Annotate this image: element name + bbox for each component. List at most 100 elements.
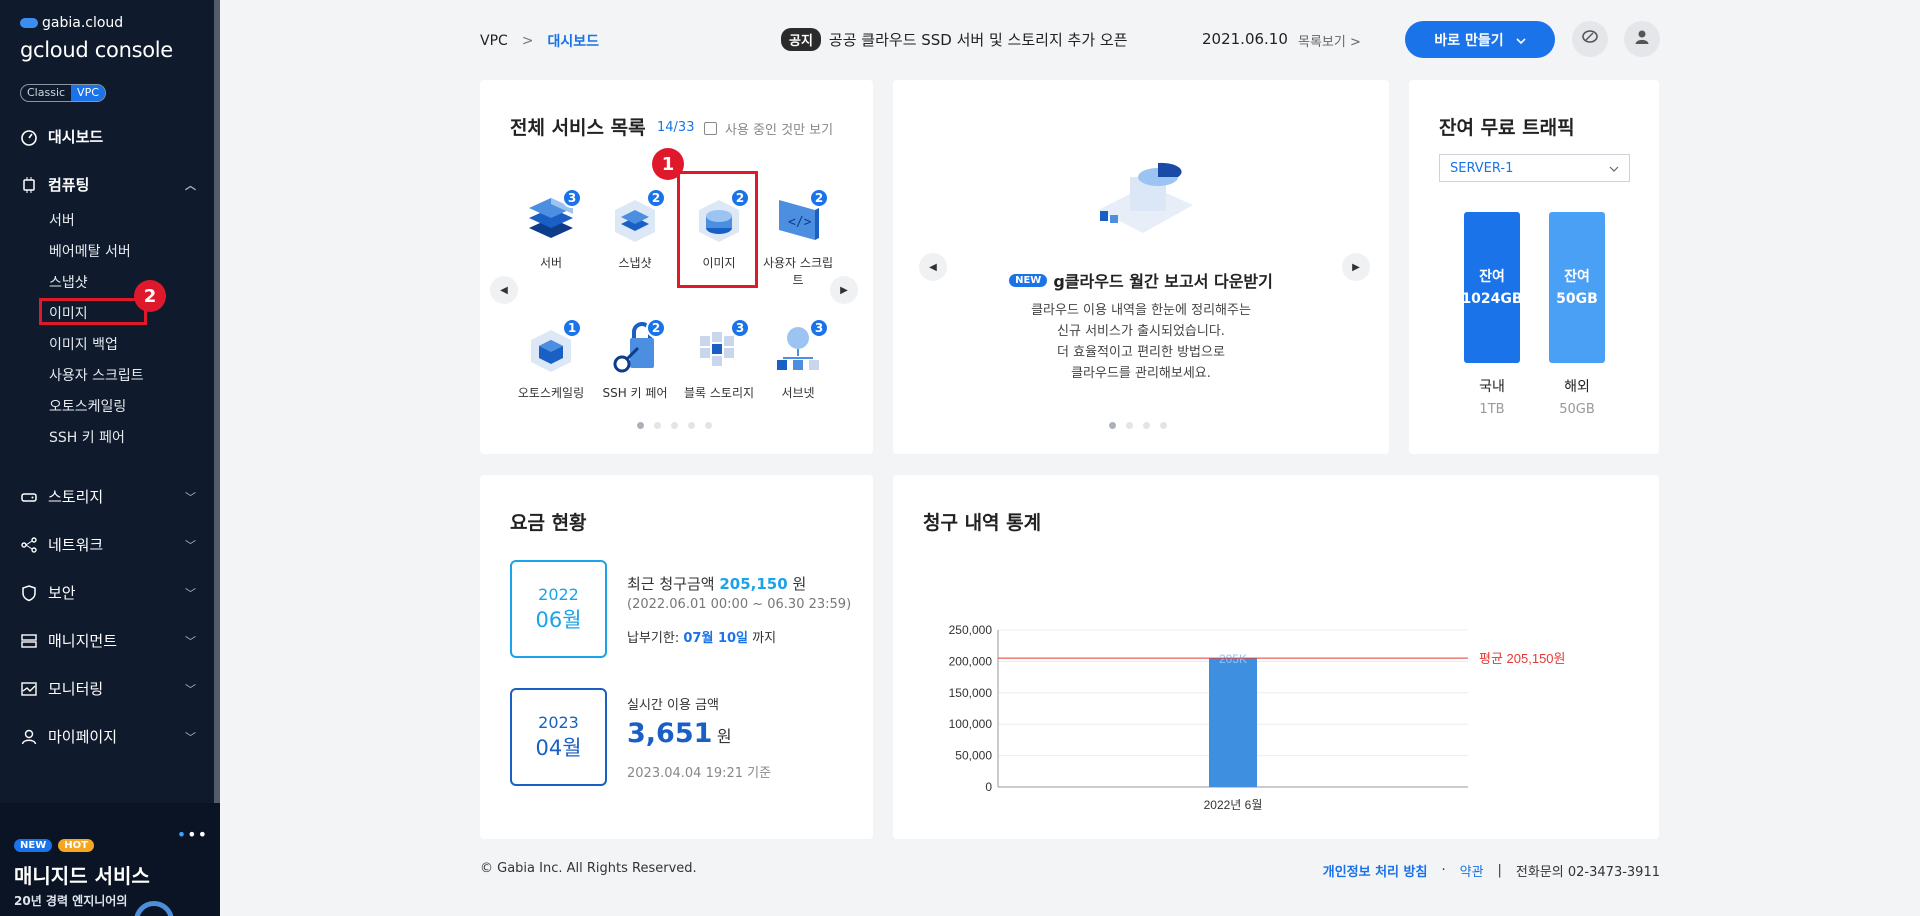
nav-security[interactable]: 보안 ﹀ [20,582,196,603]
pager-dot[interactable] [705,422,712,429]
service-item-server[interactable]: 3 서버 [509,188,593,271]
report-banner-card[interactable]: ◀ ▶ NEW g클라우드 월간 보고서 다운받기 클라우드 이용 내역을 한눈… [893,80,1389,454]
service-label: 오토스케일링 [517,386,585,400]
chip-icon [20,176,38,194]
free-traffic-card: 잔여 무료 트래픽 SERVER-1 잔여 1024GB 잔여 50GB 국내 … [1409,80,1659,454]
due-date: 07월 10일 [683,631,749,646]
promo-banner[interactable]: ••• NEW HOT 매니지드 서비스 20년 경력 엔지니어의 [0,803,220,916]
nav-computing-label: 컴퓨팅 [48,176,90,194]
notice-list-link[interactable]: 목록보기 > [1298,31,1361,50]
footer-dot: · [1441,863,1446,878]
service-item-snapshot[interactable]: 2 스냅샷 [593,188,677,271]
service-label: 서브넷 [781,386,815,400]
breadcrumb: VPC > 대시보드 [480,31,599,51]
network-icon [20,536,38,554]
y-tick-label: 0 [985,780,992,794]
carousel-dots[interactable]: ••• [177,825,208,844]
pager-dot[interactable] [688,422,695,429]
used-only-filter[interactable]: 사용 중인 것만 보기 [704,119,833,138]
sidebar-item-ssh-keypair[interactable]: SSH 키 페어 [49,427,125,447]
service-item-ssh-keypair[interactable]: 2 SSH 키 페어 [593,318,677,401]
chat-icon [1581,28,1599,50]
banner-pager[interactable] [1109,422,1167,429]
terms-link[interactable]: 약관 [1460,861,1484,880]
service-item-user-script[interactable]: </> 2 사용자 스크립트 [761,188,835,288]
gabia-logo[interactable]: gabia.cloud [20,15,123,31]
monitor-chart-icon [20,680,38,698]
service-item-subnet[interactable]: 3 서브넷 [761,318,835,401]
realtime-month: 04월 [535,735,582,760]
sidebar-item-user-script[interactable]: 사용자 스크립트 [49,365,144,385]
chevron-up-icon: ︿ [185,178,196,192]
sidebar-item-snapshot[interactable]: 스냅샷 [49,272,88,292]
services-pager[interactable] [637,422,712,429]
nav-storage-label: 스토리지 [48,488,104,506]
service-item-autoscaling[interactable]: 1 오토스케일링 [509,318,593,401]
pager-dot[interactable] [671,422,678,429]
realtime-date-box: 2023 04월 [510,688,607,786]
pager-dot[interactable] [1126,422,1133,429]
nav-management-label: 매니지먼트 [48,632,118,650]
nav-dashboard[interactable]: 대시보드 [20,126,103,147]
fee-status-title: 요금 현황 [510,512,587,534]
banner-title[interactable]: NEW g클라우드 월간 보고서 다운받기 [893,268,1389,292]
pager-dot[interactable] [637,422,644,429]
promo-title: 매니지드 서비스 [14,864,150,888]
quick-create-button[interactable]: 바로 만들기 [1405,21,1555,58]
traffic-bar-value: 1024GB [1461,290,1523,307]
notice-text[interactable]: 공공 클라우드 SSD 서버 및 스토리지 추가 오픈 [829,29,1128,50]
used-only-label: 사용 중인 것만 보기 [725,123,834,138]
breadcrumb-root[interactable]: VPC [480,33,508,49]
sidebar-item-autoscaling[interactable]: 오토스케일링 [49,396,126,416]
chevron-down-icon: ﹀ [185,682,196,696]
promo-subtitle: 20년 경력 엔지니어의 [14,894,128,908]
realtime-year: 2023 [538,712,579,732]
nav-network[interactable]: 네트워크 ﹀ [20,534,196,555]
autoscaling-icon: 1 [524,318,582,378]
nav-management[interactable]: 매니지먼트 ﹀ [20,630,196,651]
report-illustration [1088,155,1198,249]
notice-bar[interactable]: 공지 공공 클라우드 SSD 서버 및 스토리지 추가 오픈 [781,28,1128,51]
banner-title-text: g클라우드 월간 보고서 다운받기 [1053,272,1273,291]
pager-dot[interactable] [654,422,661,429]
chat-button[interactable] [1572,21,1608,57]
privacy-policy-link[interactable]: 개인정보 처리 방침 [1323,861,1428,880]
pager-dot[interactable] [1160,422,1167,429]
nav-monitoring[interactable]: 모니터링 ﹀ [20,678,196,699]
highlight-box-image-service [677,171,758,288]
env-classic-option[interactable]: Classic [21,85,71,101]
env-vpc-option[interactable]: VPC [71,85,105,101]
chevron-down-icon: ﹀ [185,586,196,600]
nav-monitoring-label: 모니터링 [48,680,104,698]
nav-dashboard-label: 대시보드 [48,128,104,146]
profile-button[interactable] [1624,21,1660,57]
nav-storage[interactable]: 스토리지 ﹀ [20,486,196,507]
banner-description: 클라우드 이용 내역을 한눈에 정리해주는 신규 서비스가 출시되었습니다. 더… [893,300,1389,384]
highlight-box-image-menu [39,298,147,325]
used-only-checkbox[interactable] [704,122,717,135]
sidebar-scrollbar[interactable] [214,0,220,916]
nav-mypage[interactable]: 마이페이지 ﹀ [20,726,196,747]
sidebar-item-image-backup[interactable]: 이미지 백업 [49,334,118,354]
due-suffix: 까지 [752,631,777,646]
service-label: 스냅샷 [618,256,652,270]
sidebar-item-server[interactable]: 서버 [49,210,75,230]
footer-divider: | [1497,863,1502,878]
hard-drive-icon [20,488,38,506]
hot-tag: HOT [58,839,94,852]
services-prev-button[interactable]: ◀ [490,276,518,304]
pager-dot[interactable] [1109,422,1116,429]
nav-computing[interactable]: 컴퓨팅 ︿ [20,174,196,195]
env-toggle: Classic VPC [20,84,106,102]
server-select[interactable]: SERVER-1 [1439,154,1630,182]
subnet-globe-icon: 3 [771,318,829,378]
quick-create-label: 바로 만들기 [1434,32,1504,49]
pager-dot[interactable] [1143,422,1150,429]
recent-bill-month: 06월 [535,607,582,632]
recent-bill-amount: 205,150 [719,575,788,593]
console-title[interactable]: gcloud console [20,38,173,62]
sidebar-item-baremetal[interactable]: 베어메탈 서버 [49,241,131,261]
banner-line: 클라우드를 관리해보세요. [1071,366,1211,381]
y-tick-label: 250,000 [949,623,993,637]
service-item-block-storage[interactable]: 3 블록 스토리지 [677,318,761,401]
